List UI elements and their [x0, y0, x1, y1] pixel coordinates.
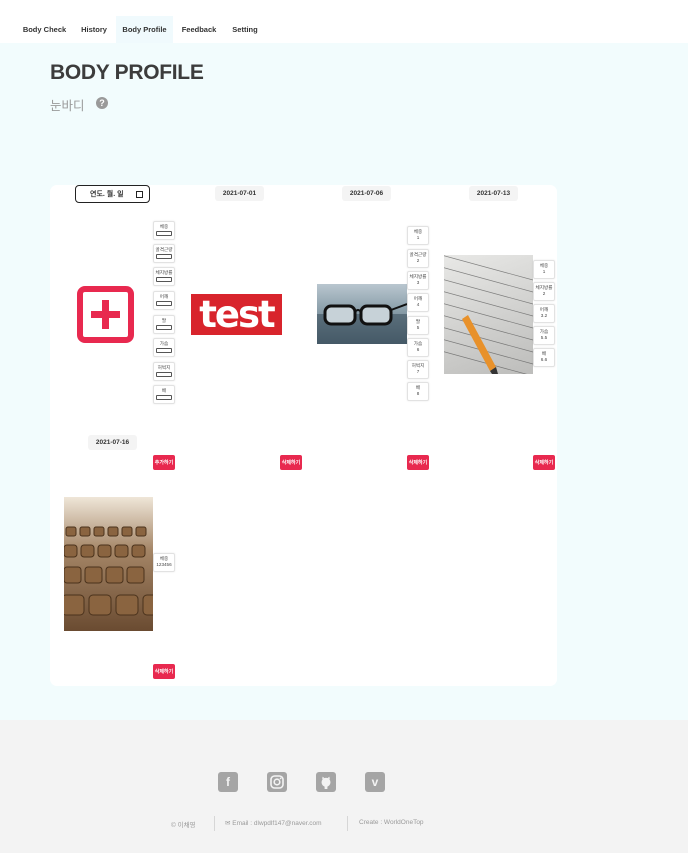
delete-button[interactable]: 삭제하기	[153, 664, 175, 679]
main-content: BODY PROFILE 눈바디 ? 연도. 월. 일 체중 골격근량 체지방률…	[0, 43, 688, 720]
tab-setting[interactable]: Setting	[228, 16, 262, 43]
entry-field: 체중 123456	[153, 553, 175, 572]
glasses-image	[317, 284, 407, 344]
entry-field: 체중 1	[533, 260, 555, 279]
instagram-icon[interactable]	[267, 772, 287, 792]
add-button[interactable]: 추가하기	[153, 455, 175, 470]
entry-field: 골격근량 2	[407, 249, 429, 268]
field-label: 허벅지	[157, 365, 171, 370]
plus-square-icon[interactable]	[77, 286, 134, 343]
seats-image	[64, 497, 153, 631]
entry-field: 배 6.6	[533, 348, 555, 367]
entry-field: 가슴 5.5	[533, 326, 555, 345]
body-profile-panel: 연도. 월. 일 체중 골격근량 체지방률 어깨 팔 가슴 허벅지 배 추가하기…	[50, 185, 557, 686]
field-label: 체지방률	[155, 270, 173, 275]
create-text: Create : WorldOneTop	[359, 819, 424, 826]
page-subtitle: 눈바디	[50, 99, 85, 113]
field-input[interactable]	[156, 372, 172, 377]
entry-field: 체지방률 3	[407, 271, 429, 290]
tab-body-profile[interactable]: Body Profile	[116, 16, 173, 43]
field-label: 골격근량	[155, 247, 173, 252]
tab-body-check[interactable]: Body Check	[17, 16, 72, 43]
test-image-text: test	[199, 293, 275, 336]
test-paper-image	[444, 255, 533, 374]
footer-divider	[347, 816, 348, 831]
footer: f v © 이채영 ✉ Email : dlwpdlf147@naver.com…	[0, 720, 688, 853]
entry-field: 체중 1	[407, 226, 429, 245]
field-label: 가슴	[159, 341, 169, 346]
test-image: test	[191, 293, 282, 336]
entry-field: 체지방률 2	[533, 282, 555, 301]
page-title: BODY PROFILE	[50, 61, 204, 84]
field-input[interactable]	[156, 231, 172, 236]
copyright-text: © 이채영	[171, 822, 196, 829]
vimeo-icon[interactable]: v	[365, 772, 385, 792]
date-placeholder: 연도. 월. 일	[90, 191, 124, 198]
new-field-arm: 팔	[153, 315, 175, 334]
field-input[interactable]	[156, 325, 172, 330]
entry-date: 2021-07-13	[469, 186, 518, 201]
field-input[interactable]	[156, 301, 172, 306]
entry-field: 어깨 3.2	[533, 304, 555, 323]
facebook-icon[interactable]: f	[218, 772, 238, 792]
tab-feedback[interactable]: Feedback	[177, 16, 221, 43]
field-label: 배	[161, 388, 167, 393]
new-field-chest: 가슴	[153, 338, 175, 357]
date-input[interactable]: 연도. 월. 일	[75, 185, 150, 203]
entry-field: 허벅지 7	[407, 360, 429, 379]
entry-field: 어깨 4	[407, 293, 429, 312]
top-nav: Body Check History Body Profile Feedback…	[0, 0, 688, 43]
field-label: 어깨	[159, 294, 169, 299]
delete-button[interactable]: 삭제하기	[280, 455, 302, 470]
entry-date: 2021-07-06	[342, 186, 391, 201]
field-input[interactable]	[156, 348, 172, 353]
entry-date: 2021-07-16	[88, 435, 137, 450]
email-text[interactable]: ✉ Email : dlwpdlf147@naver.com	[225, 819, 322, 827]
question-circle-icon[interactable]: ?	[96, 97, 108, 109]
field-input[interactable]	[156, 277, 172, 282]
new-field-thigh: 허벅지	[153, 362, 175, 381]
new-field-muscle: 골격근량	[153, 244, 175, 263]
entry-field: 배8	[407, 382, 429, 401]
footer-divider	[214, 816, 215, 831]
calendar-icon[interactable]	[136, 191, 143, 198]
entry-date: 2021-07-01	[215, 186, 264, 201]
field-input[interactable]	[156, 395, 172, 400]
delete-button[interactable]: 삭제하기	[533, 455, 555, 470]
new-field-fat: 체지방률	[153, 267, 175, 286]
field-input[interactable]	[156, 254, 172, 259]
new-field-weight: 체중	[153, 221, 175, 240]
entry-field: 팔5	[407, 316, 429, 335]
new-field-shoulder: 어깨	[153, 291, 175, 310]
new-field-belly: 배	[153, 385, 175, 404]
field-label: 체중	[159, 224, 169, 229]
delete-button[interactable]: 삭제하기	[407, 455, 429, 470]
field-label: 팔	[161, 318, 167, 323]
tab-history[interactable]: History	[76, 16, 112, 43]
github-icon[interactable]	[316, 772, 336, 792]
entry-field: 가슴 6	[407, 338, 429, 357]
